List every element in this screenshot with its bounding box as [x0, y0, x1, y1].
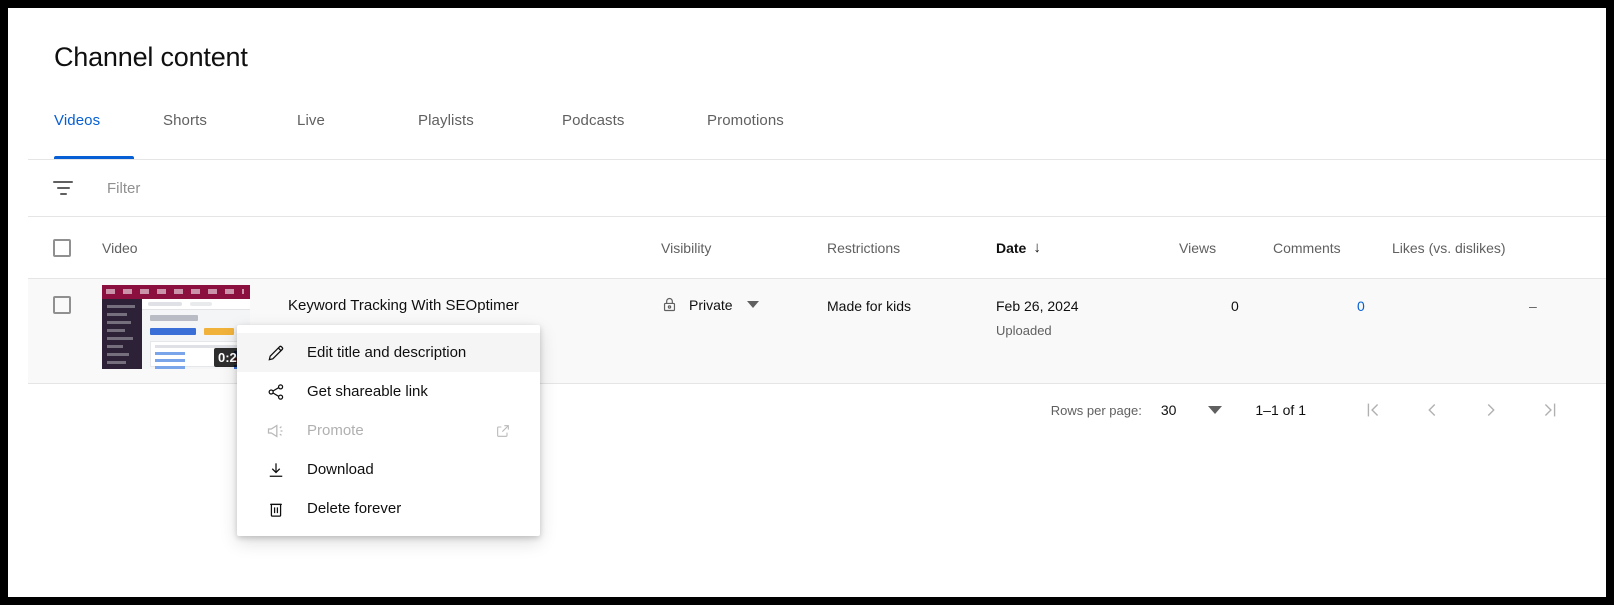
- menu-item-label: Edit title and description: [307, 344, 466, 361]
- tab-shorts[interactable]: Shorts: [134, 112, 265, 159]
- tab-promotions-label: Promotions: [707, 112, 784, 129]
- first-page-icon: [1362, 399, 1384, 421]
- last-page-icon: [1539, 399, 1561, 421]
- video-options-menu: Edit title and description Get shareable…: [237, 325, 540, 536]
- tab-live-label: Live: [297, 112, 325, 129]
- tab-podcasts-label: Podcasts: [562, 112, 625, 129]
- menu-item-label: Promote: [307, 422, 364, 439]
- videos-table: Video Visibility Restrictions Date ↓ Vie…: [28, 217, 1606, 278]
- column-header-restrictions[interactable]: Restrictions: [827, 217, 900, 278]
- channel-content-page: Channel content Videos Shorts Live Playl…: [8, 8, 1606, 597]
- column-header-video[interactable]: Video: [102, 217, 138, 278]
- first-page-button[interactable]: [1353, 390, 1393, 430]
- tab-promotions[interactable]: Promotions: [676, 112, 829, 159]
- tab-shorts-label: Shorts: [163, 112, 207, 129]
- last-page-button[interactable]: [1530, 390, 1570, 430]
- video-title[interactable]: Keyword Tracking With SEOptimer: [288, 297, 519, 314]
- menu-item-get-shareable-link[interactable]: Get shareable link: [237, 372, 540, 411]
- tab-podcasts[interactable]: Podcasts: [531, 112, 676, 159]
- column-header-comments[interactable]: Comments: [1273, 217, 1341, 278]
- video-thumbnail[interactable]: 0:26: [102, 285, 250, 369]
- thumbnail-topbar: [102, 285, 250, 299]
- content-tabs: Videos Shorts Live Playlists Podcasts Pr…: [54, 112, 829, 159]
- menu-item-label: Delete forever: [307, 500, 401, 517]
- trash-icon: [264, 497, 288, 521]
- rows-per-page-chevron-down-icon[interactable]: [1208, 406, 1222, 414]
- previous-page-button[interactable]: [1412, 390, 1452, 430]
- comments-cell[interactable]: 0: [1357, 298, 1365, 314]
- filter-bar: Filter: [28, 160, 1606, 216]
- menu-item-promote: Promote: [237, 411, 540, 450]
- restrictions-cell: Made for kids: [827, 298, 911, 314]
- pencil-icon: [264, 341, 288, 365]
- column-header-date[interactable]: Date ↓: [996, 217, 1041, 278]
- previous-page-icon: [1421, 399, 1443, 421]
- visibility-label: Private: [689, 297, 733, 313]
- thumbnail-sidebar: [102, 299, 142, 369]
- next-page-icon: [1480, 399, 1502, 421]
- menu-item-delete-forever[interactable]: Delete forever: [237, 489, 540, 528]
- date-status: Uploaded: [996, 323, 1052, 338]
- page-title: Channel content: [54, 42, 248, 73]
- share-icon: [264, 380, 288, 404]
- rows-per-page-label: Rows per page:: [1051, 403, 1142, 418]
- column-header-likes[interactable]: Likes (vs. dislikes): [1392, 217, 1506, 278]
- menu-item-download[interactable]: Download: [237, 450, 540, 489]
- select-all-checkbox[interactable]: [53, 239, 71, 257]
- menu-item-label: Get shareable link: [307, 383, 428, 400]
- rows-per-page-value[interactable]: 30: [1161, 402, 1177, 418]
- likes-cell: –: [1529, 298, 1537, 314]
- filter-input[interactable]: Filter: [107, 180, 140, 197]
- tab-live[interactable]: Live: [265, 112, 389, 159]
- lock-icon: [661, 296, 678, 313]
- tab-playlists-label: Playlists: [418, 112, 474, 129]
- column-header-views[interactable]: Views: [1179, 217, 1216, 278]
- column-header-date-label: Date: [996, 240, 1026, 256]
- filter-icon[interactable]: [52, 177, 74, 199]
- tab-playlists[interactable]: Playlists: [389, 112, 531, 159]
- select-all-checkbox-cell: [53, 217, 71, 278]
- menu-item-label: Download: [307, 461, 374, 478]
- menu-item-edit-title-and-description[interactable]: Edit title and description: [237, 333, 540, 372]
- column-header-visibility[interactable]: Visibility: [661, 217, 711, 278]
- pagination-range: 1–1 of 1: [1255, 402, 1306, 418]
- tab-videos[interactable]: Videos: [54, 112, 134, 159]
- row-select-checkbox-cell: [53, 296, 71, 314]
- table-header-row: Video Visibility Restrictions Date ↓ Vie…: [28, 217, 1606, 278]
- tab-videos-label: Videos: [54, 112, 100, 129]
- external-link-icon: [495, 423, 511, 439]
- download-icon: [264, 458, 288, 482]
- views-cell: 0: [1231, 298, 1239, 314]
- row-select-checkbox[interactable]: [53, 296, 71, 314]
- megaphone-icon: [264, 419, 288, 443]
- date-cell: Feb 26, 2024: [996, 298, 1079, 314]
- sort-descending-icon: ↓: [1033, 239, 1041, 256]
- visibility-cell[interactable]: Private: [661, 296, 759, 313]
- chevron-down-icon[interactable]: [747, 301, 759, 308]
- next-page-button[interactable]: [1471, 390, 1511, 430]
